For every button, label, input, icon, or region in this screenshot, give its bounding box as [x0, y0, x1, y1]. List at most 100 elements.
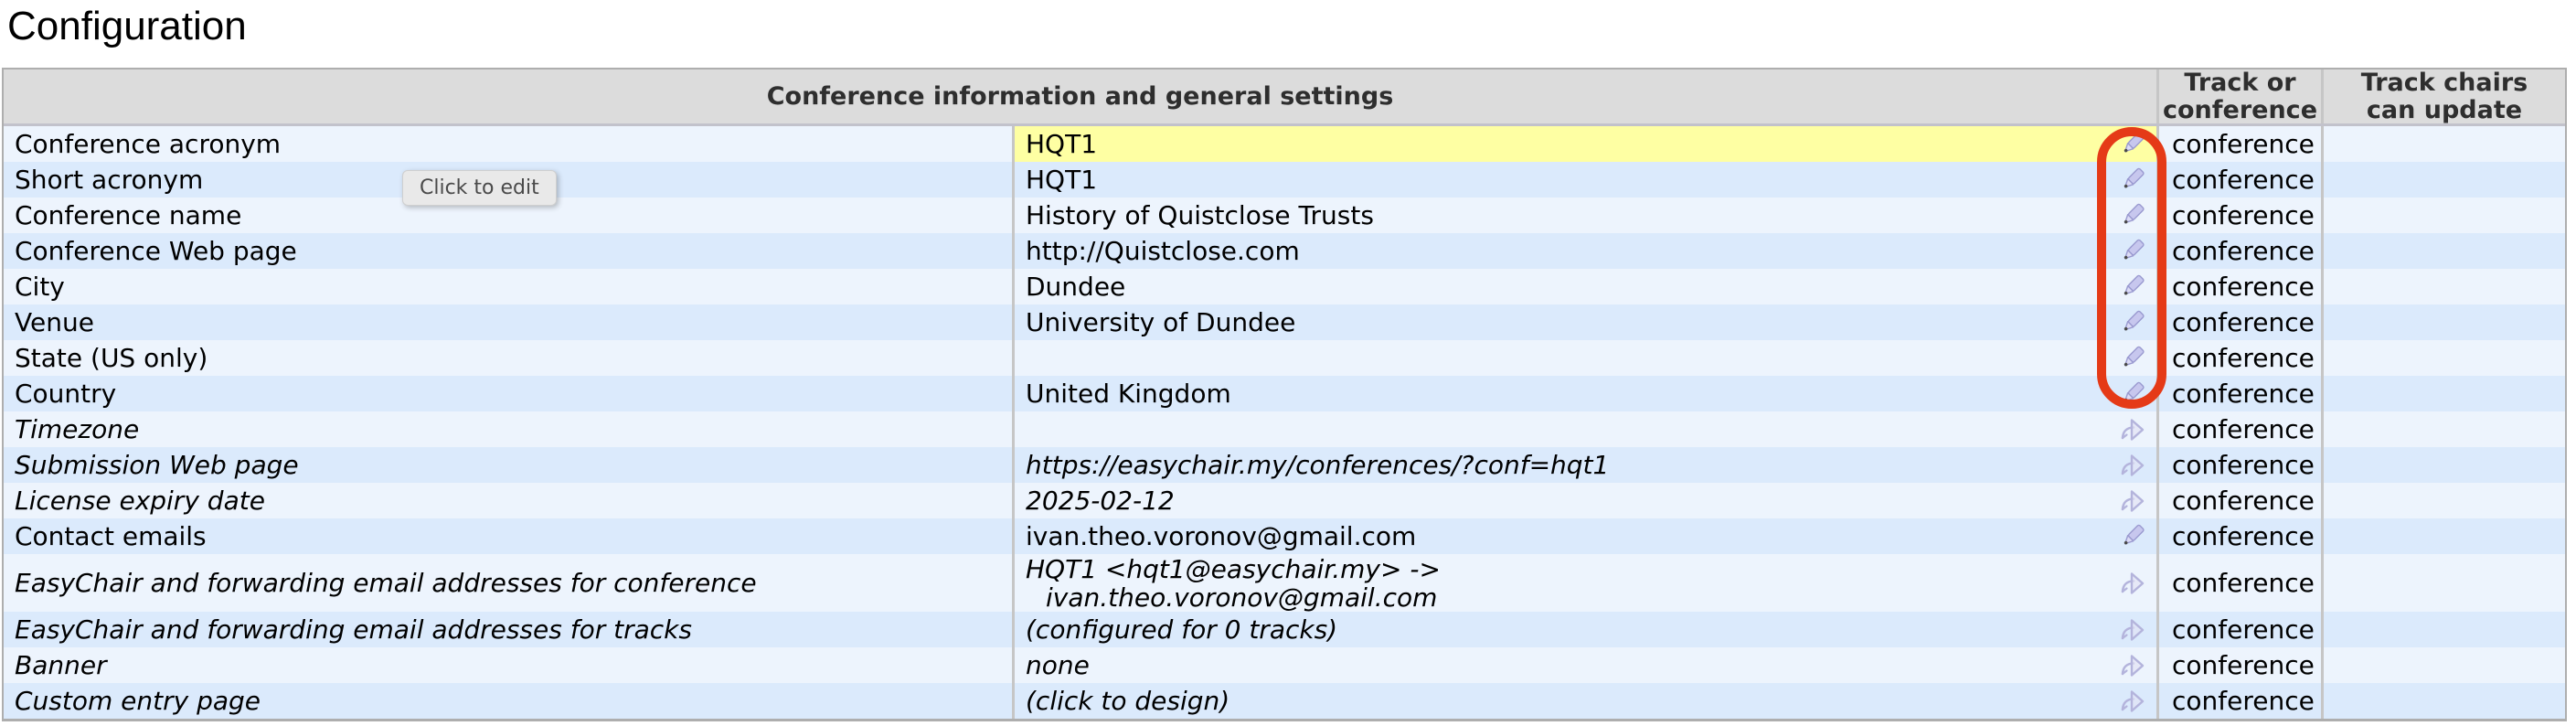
table-header-row: Conference information and general setti…: [4, 69, 2565, 126]
setting-label: Custom entry page: [4, 683, 1012, 719]
table-row: City Dundee: [4, 269, 2565, 304]
track-or-conference-value: conference: [2156, 269, 2321, 304]
table-row: EasyChair and forwarding email addresses…: [4, 612, 2565, 647]
goto-arrow-icon[interactable]: [2117, 486, 2148, 516]
setting-value: University of Dundee: [1026, 308, 2117, 336]
setting-label: State (US only): [4, 340, 1012, 376]
setting-value-cell[interactable]: http://Quistclose.com: [1012, 233, 2156, 269]
setting-label: Venue: [4, 304, 1012, 340]
setting-value: https://easychair.my/conferences/?conf=h…: [1026, 451, 2117, 479]
track-chairs-can-update-value: [2321, 376, 2565, 411]
setting-value-cell[interactable]: none: [1012, 647, 2156, 683]
setting-value: HQT1 <hqt1@easychair.my> -> ivan.theo.vo…: [1026, 555, 2117, 612]
setting-value-cell[interactable]: HQT1 <hqt1@easychair.my> -> ivan.theo.vo…: [1012, 554, 2156, 612]
track-or-conference-value: conference: [2156, 126, 2321, 162]
table-body: Conference acronym HQT1: [4, 126, 2565, 719]
track-chairs-can-update-value: [2321, 269, 2565, 304]
setting-value: Dundee: [1026, 272, 2117, 301]
track-or-conference-value: conference: [2156, 411, 2321, 447]
track-or-conference-value: conference: [2156, 304, 2321, 340]
setting-value-cell[interactable]: 2025-02-12: [1012, 483, 2156, 518]
setting-label: Conference Web page: [4, 233, 1012, 269]
table-row: Short acronym HQT1: [4, 162, 2565, 198]
setting-label: Submission Web page: [4, 447, 1012, 483]
goto-arrow-icon[interactable]: [2117, 569, 2148, 598]
track-chairs-can-update-value: [2321, 483, 2565, 518]
table-row: Contact emails ivan.theo.voronov@gmail.c…: [4, 518, 2565, 554]
goto-arrow-icon[interactable]: [2117, 687, 2148, 716]
track-or-conference-value: conference: [2156, 612, 2321, 647]
setting-value-cell[interactable]: HQT1: [1012, 162, 2156, 198]
setting-value: United Kingdom: [1026, 379, 2117, 408]
setting-value-cell[interactable]: [1012, 411, 2156, 447]
edit-pencil-icon[interactable]: [2117, 379, 2148, 409]
table-row: Banner none: [4, 647, 2565, 683]
track-or-conference-value: conference: [2156, 483, 2321, 518]
edit-pencil-icon[interactable]: [2117, 522, 2148, 551]
table-row: License expiry date 2025-02-12: [4, 483, 2565, 518]
setting-value-cell[interactable]: (click to design): [1012, 683, 2156, 719]
setting-value: ivan.theo.voronov@gmail.com: [1026, 522, 2117, 550]
setting-label: Contact emails: [4, 518, 1012, 554]
table-row: State (US only): [4, 340, 2565, 376]
setting-value-cell[interactable]: ivan.theo.voronov@gmail.com: [1012, 518, 2156, 554]
edit-pencil-icon[interactable]: [2117, 201, 2148, 230]
setting-label: Timezone: [4, 411, 1012, 447]
setting-value: (configured for 0 tracks): [1026, 615, 2117, 644]
table-row: Conference name History of Quistclose Tr…: [4, 198, 2565, 233]
setting-label: Country: [4, 376, 1012, 411]
setting-value-cell[interactable]: History of Quistclose Trusts: [1012, 198, 2156, 233]
setting-value-cell[interactable]: University of Dundee: [1012, 304, 2156, 340]
edit-pencil-icon[interactable]: [2117, 308, 2148, 337]
setting-value-cell[interactable]: HQT1: [1012, 126, 2156, 162]
track-or-conference-value: conference: [2156, 340, 2321, 376]
edit-pencil-icon[interactable]: [2117, 272, 2148, 302]
track-or-conference-value: conference: [2156, 518, 2321, 554]
track-or-conference-value: conference: [2156, 376, 2321, 411]
table-row: Venue University of Dundee: [4, 304, 2565, 340]
setting-value-cell[interactable]: Dundee: [1012, 269, 2156, 304]
track-chairs-can-update-value: [2321, 162, 2565, 198]
track-chairs-can-update-value: [2321, 126, 2565, 162]
track-chairs-can-update-value: [2321, 554, 2565, 612]
edit-pencil-icon[interactable]: [2117, 165, 2148, 195]
track-or-conference-value: conference: [2156, 647, 2321, 683]
track-chairs-can-update-value: [2321, 612, 2565, 647]
edit-pencil-icon[interactable]: [2117, 237, 2148, 266]
track-chairs-can-update-value: [2321, 647, 2565, 683]
goto-arrow-icon[interactable]: [2117, 415, 2148, 444]
edit-pencil-icon[interactable]: [2117, 344, 2148, 373]
setting-label: EasyChair and forwarding email addresses…: [4, 612, 1012, 647]
table-row: Timezone c: [4, 411, 2565, 447]
setting-label: City: [4, 269, 1012, 304]
setting-label: Banner: [4, 647, 1012, 683]
track-or-conference-value: conference: [2156, 447, 2321, 483]
header-track-or-conference: Track or conference: [2156, 69, 2321, 123]
setting-value-cell[interactable]: United Kingdom: [1012, 376, 2156, 411]
track-or-conference-value: conference: [2156, 554, 2321, 612]
setting-label: Conference acronym: [4, 126, 1012, 162]
track-chairs-can-update-value: [2321, 518, 2565, 554]
setting-value: http://Quistclose.com: [1026, 237, 2117, 265]
setting-value: (click to design): [1026, 687, 2117, 715]
setting-value-cell[interactable]: https://easychair.my/conferences/?conf=h…: [1012, 447, 2156, 483]
page-title: Configuration: [7, 4, 247, 49]
goto-arrow-icon[interactable]: [2117, 451, 2148, 480]
setting-value-cell[interactable]: (configured for 0 tracks): [1012, 612, 2156, 647]
edit-pencil-icon[interactable]: [2117, 130, 2148, 159]
goto-arrow-icon[interactable]: [2117, 651, 2148, 680]
setting-value: none: [1026, 651, 2117, 679]
setting-value-cell[interactable]: [1012, 340, 2156, 376]
track-chairs-can-update-value: [2321, 233, 2565, 269]
track-chairs-can-update-value: [2321, 683, 2565, 719]
setting-value: 2025-02-12: [1026, 486, 2117, 515]
track-chairs-can-update-value: [2321, 198, 2565, 233]
table-row: Custom entry page (click to design): [4, 683, 2565, 719]
setting-label: License expiry date: [4, 483, 1012, 518]
track-chairs-can-update-value: [2321, 304, 2565, 340]
track-or-conference-value: conference: [2156, 233, 2321, 269]
goto-arrow-icon[interactable]: [2117, 615, 2148, 645]
setting-value: HQT1: [1026, 130, 2117, 158]
configuration-table: Conference information and general setti…: [2, 68, 2567, 721]
track-or-conference-value: conference: [2156, 198, 2321, 233]
